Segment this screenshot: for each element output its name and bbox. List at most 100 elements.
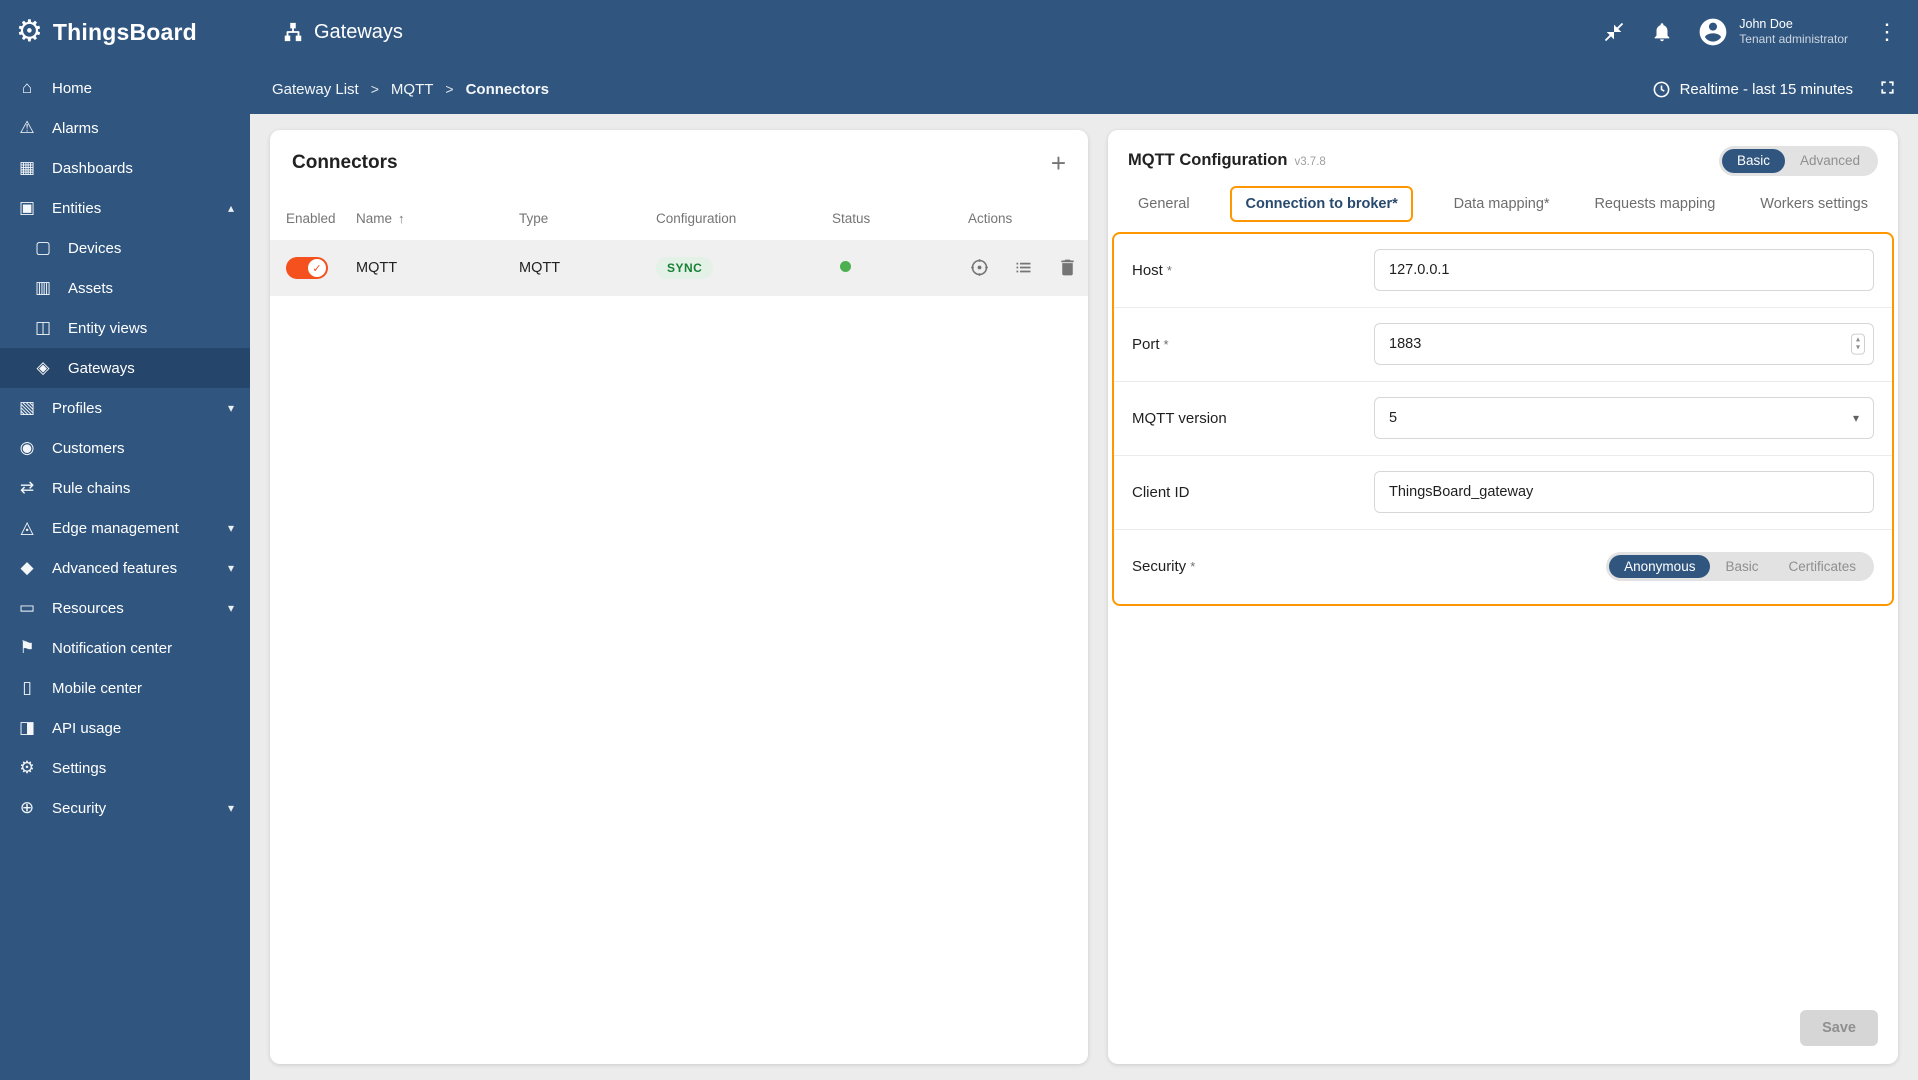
port-input[interactable] — [1374, 323, 1874, 365]
mqtt-version-select[interactable]: 5 ▾ — [1374, 397, 1874, 439]
stepper-down-icon[interactable]: ▾ — [1856, 343, 1860, 352]
connector-name: MQTT — [356, 260, 398, 276]
client-id-input[interactable] — [1374, 471, 1874, 513]
collapse-fullscreen-button[interactable] — [1601, 19, 1627, 45]
tab-requests-mapping[interactable]: Requests mapping — [1590, 187, 1719, 221]
column-enabled: Enabled — [286, 210, 336, 226]
sidebar-item-gateways[interactable]: ◈ Gateways — [0, 348, 250, 388]
tab-data-mapping[interactable]: Data mapping* — [1450, 187, 1554, 221]
connectors-title: Connectors — [292, 152, 398, 173]
enabled-toggle[interactable]: ✓ — [286, 257, 328, 279]
sidebar-item-label: Security — [52, 799, 107, 817]
basic-mode-button[interactable]: Basic — [1721, 149, 1785, 173]
column-name[interactable]: Name ↑ — [356, 211, 519, 226]
thingsboard-logo-icon: ⚙ — [16, 15, 43, 48]
number-stepper[interactable]: ▴ ▾ — [1850, 333, 1865, 355]
security-certificates-button[interactable]: Certificates — [1773, 555, 1871, 579]
port-row: Port* ▴ ▾ — [1114, 308, 1892, 382]
chevron-up-icon: ▴ — [227, 201, 234, 215]
host-label: Host * — [1132, 262, 1374, 279]
column-status: Status — [832, 210, 871, 226]
timewindow-button[interactable]: Realtime - last 15 minutes — [1652, 80, 1853, 99]
user-role: Tenant administrator — [1739, 32, 1848, 47]
collapse-icon — [1605, 22, 1624, 42]
sidebar-item-assets[interactable]: ▥ Assets — [0, 268, 250, 308]
api-usage-icon: ◨ — [18, 718, 36, 737]
sidebar-item-security[interactable]: ⊕ Security ▾ — [0, 788, 250, 828]
sort-asc-icon: ↑ — [398, 210, 405, 226]
list-icon — [1016, 262, 1030, 273]
sidebar-item-label: Customers — [52, 439, 125, 457]
mqtt-version-row: MQTT version 5 ▾ — [1114, 382, 1892, 456]
sidebar-item-profiles[interactable]: ▧ Profiles ▾ — [0, 388, 250, 428]
sidebar-item-edge-management[interactable]: ◬ Edge management ▾ — [0, 508, 250, 548]
connector-row-mqtt[interactable]: ✓ MQTT MQTT SYNC — [270, 240, 1088, 296]
user-meta: John Doe Tenant administrator — [1739, 16, 1848, 48]
tab-connection-to-broker[interactable]: Connection to broker* — [1230, 185, 1413, 222]
user-menu[interactable]: John Doe Tenant administrator — [1697, 16, 1848, 48]
alarms-icon: ⚠ — [19, 118, 35, 137]
security-anonymous-button[interactable]: Anonymous — [1609, 554, 1711, 579]
security-label-text: Security — [1132, 558, 1187, 575]
connector-logs-button[interactable] — [1012, 257, 1034, 279]
entity-views-icon: ◫ — [34, 318, 52, 337]
fullscreen-button[interactable] — [1877, 77, 1898, 101]
security-toggle: Anonymous Basic Certificates — [1606, 551, 1874, 582]
thingsboard-brand[interactable]: ⚙ ThingsBoard — [0, 17, 250, 47]
customers-icon: ◉ — [19, 438, 35, 457]
sidebar-item-customers[interactable]: ◉ Customers — [0, 428, 250, 468]
bell-icon — [1654, 23, 1670, 42]
content-area: Connectors + Enabled Name ↑ Type Configu… — [250, 114, 1918, 1080]
more-menu-button[interactable]: ⋮ — [1870, 19, 1904, 45]
sidebar-item-dashboards[interactable]: ▦ Dashboards — [0, 148, 250, 188]
entities-icon: ▣ — [18, 198, 36, 217]
chevron-down-icon: ▾ — [227, 561, 234, 575]
sidebar-item-settings[interactable]: ⚙ Settings — [0, 748, 250, 788]
chevron-down-icon: ▾ — [227, 801, 234, 815]
security-label: Security * — [1132, 558, 1374, 575]
host-input[interactable] — [1374, 249, 1874, 291]
sidebar-item-devices[interactable]: ▢ Devices — [0, 228, 250, 268]
sidebar-item-notification-center[interactable]: ⚑ Notification center — [0, 628, 250, 668]
config-version: v3.7.8 — [1294, 156, 1326, 169]
sidebar-item-mobile-center[interactable]: ▯ Mobile center — [0, 668, 250, 708]
delete-connector-button[interactable] — [1056, 257, 1078, 279]
security-basic-button[interactable]: Basic — [1710, 555, 1773, 579]
sidebar-item-home[interactable]: ⌂ Home — [0, 68, 250, 108]
port-label-text: Port — [1132, 335, 1160, 353]
sidebar-item-entities[interactable]: ▣ Entities ▴ — [0, 188, 250, 228]
sidebar-item-api-usage[interactable]: ◨ API usage — [0, 708, 250, 748]
required-mark: * — [1190, 559, 1196, 574]
sidebar-item-label: Devices — [68, 239, 122, 257]
sidebar-item-label: Edge management — [52, 519, 179, 537]
breadcrumb-gateway-list[interactable]: Gateway List — [272, 81, 359, 98]
settings-icon: ⚙ — [19, 758, 35, 777]
sidebar-item-alarms[interactable]: ⚠ Alarms — [0, 108, 250, 148]
sidebar-item-label: Dashboards — [52, 159, 133, 177]
tab-general[interactable]: General — [1134, 187, 1194, 221]
mqtt-configuration-card: MQTT Configuration v3.7.8 Basic Advanced… — [1108, 130, 1898, 1064]
fullscreen-icon — [1881, 81, 1894, 94]
add-connector-button[interactable]: + — [1051, 150, 1066, 176]
client-id-row: Client ID — [1114, 456, 1892, 530]
tab-workers-settings[interactable]: Workers settings — [1756, 187, 1872, 221]
column-actions: Actions — [968, 210, 1013, 226]
column-configuration: Configuration — [656, 210, 737, 226]
advanced-mode-button[interactable]: Advanced — [1785, 149, 1875, 173]
sidebar: ⌂ Home ⚠ Alarms ▦ Dashboards ▣ Entities … — [0, 64, 250, 1080]
trash-icon — [1060, 259, 1074, 276]
connector-rpc-button[interactable] — [968, 257, 990, 279]
sidebar-item-label: Resources — [52, 599, 124, 617]
check-icon: ✓ — [312, 262, 322, 275]
sidebar-item-entity-views[interactable]: ◫ Entity views — [0, 308, 250, 348]
sidebar-item-resources[interactable]: ▭ Resources ▾ — [0, 588, 250, 628]
sidebar-item-label: Entities — [52, 199, 102, 217]
breadcrumb-mqtt[interactable]: MQTT — [391, 81, 434, 98]
sidebar-item-advanced-features[interactable]: ◆ Advanced features ▾ — [0, 548, 250, 588]
save-button[interactable]: Save — [1800, 1010, 1878, 1046]
app-name: ThingsBoard — [52, 18, 197, 45]
sidebar-item-rule-chains[interactable]: ⇄ Rule chains — [0, 468, 250, 508]
notifications-button[interactable] — [1649, 19, 1675, 45]
sidebar-item-label: Advanced features — [52, 559, 178, 577]
notification-center-icon: ⚑ — [19, 638, 35, 657]
